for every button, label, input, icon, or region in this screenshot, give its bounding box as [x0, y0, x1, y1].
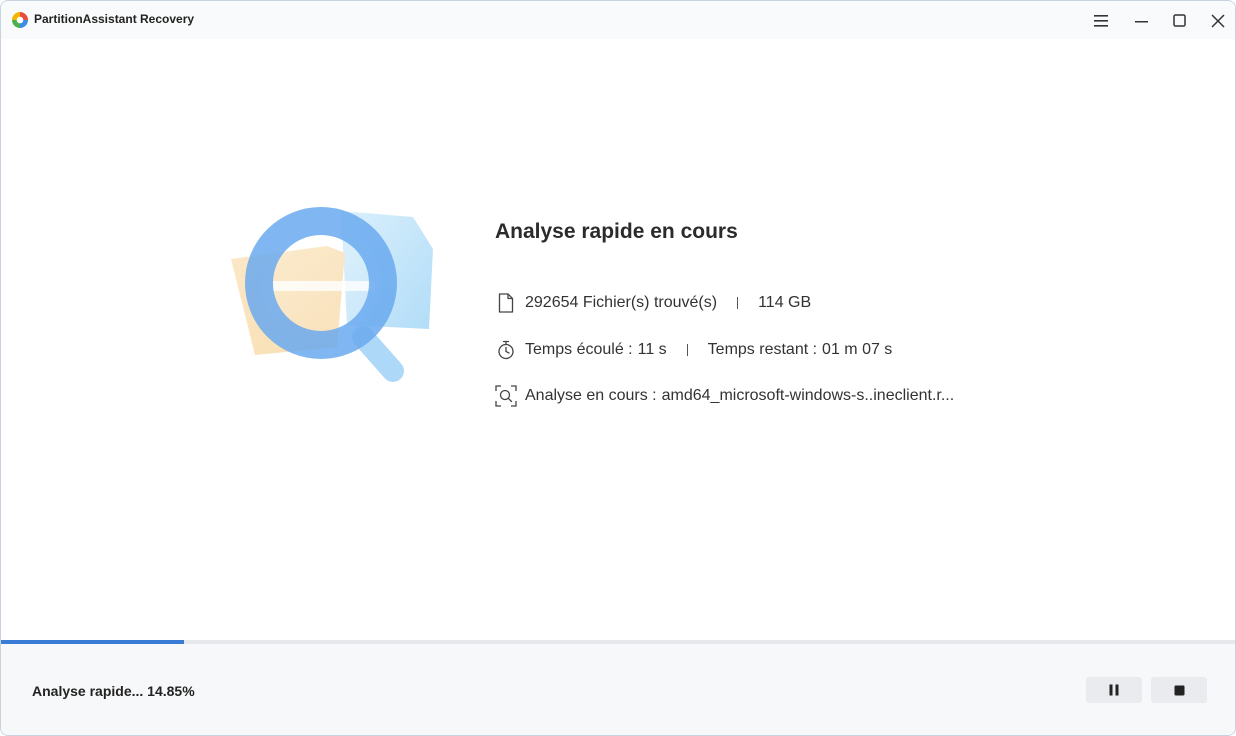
- menu-button[interactable]: [1088, 8, 1114, 34]
- time-row: Temps écoulé : 11 s Temps restant : 01 m…: [495, 338, 892, 362]
- size-found: 114 GB: [758, 294, 812, 311]
- app-logo-icon: [12, 12, 28, 28]
- elapsed-value: 11 s: [637, 341, 667, 358]
- remaining-label: Temps restant :: [707, 341, 818, 358]
- pause-icon: [1109, 684, 1119, 696]
- progress-status-text: Analyse rapide... 14.85%: [32, 683, 195, 699]
- scan-title: Analyse rapide en cours: [495, 220, 738, 243]
- current-scan-path: amd64_microsoft-windows-s..ineclient.r..…: [661, 387, 955, 404]
- stop-icon: [1174, 685, 1184, 695]
- stop-button[interactable]: [1151, 677, 1207, 703]
- pause-button[interactable]: [1086, 677, 1142, 703]
- scan-frame-icon: [495, 385, 517, 407]
- minimize-icon: [1135, 21, 1148, 23]
- hamburger-icon: [1094, 15, 1108, 27]
- app-title: PartitionAssistant Recovery: [34, 12, 195, 26]
- scan-magnifier-illustration: [231, 207, 433, 382]
- close-button[interactable]: [1205, 8, 1231, 34]
- separator: [686, 344, 688, 356]
- file-icon: [495, 292, 517, 314]
- title-bar: PartitionAssistant Recovery: [1, 1, 1235, 39]
- separator: [737, 297, 739, 309]
- elapsed-label: Temps écoulé :: [525, 341, 633, 358]
- current-file-row: Analyse en cours : amd64_microsoft-windo…: [495, 384, 954, 408]
- files-found-count: 292654 Fichier(s) trouvé(s): [525, 294, 718, 311]
- maximize-icon: [1173, 14, 1186, 27]
- footer-bar: Analyse rapide... 14.85%: [1, 644, 1235, 735]
- maximize-button[interactable]: [1167, 8, 1193, 34]
- files-found-row: 292654 Fichier(s) trouvé(s) 114 GB: [495, 291, 811, 315]
- current-scan-label: Analyse en cours :: [525, 387, 657, 404]
- close-icon: [1211, 14, 1225, 28]
- minimize-button[interactable]: [1129, 8, 1155, 34]
- app-window: PartitionAssistant Recovery Analyse rapi…: [0, 0, 1236, 736]
- timer-icon: [495, 339, 517, 361]
- remaining-value: 01 m 07 s: [822, 341, 893, 358]
